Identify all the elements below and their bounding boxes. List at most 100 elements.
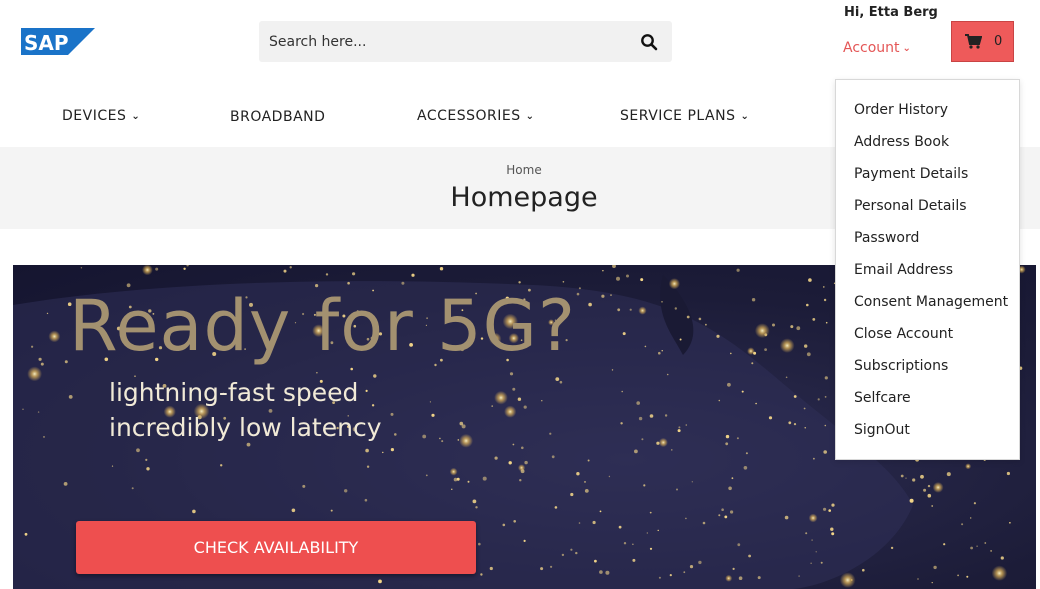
city-light-dot [22, 408, 24, 410]
city-light-dot [798, 575, 800, 577]
city-light-dot [927, 493, 932, 498]
user-greeting: Hi, Etta Berg [844, 5, 938, 20]
city-light-dot [658, 351, 661, 355]
city-light-dot [246, 442, 251, 447]
shopping-cart-icon [965, 34, 982, 49]
city-light-dot [658, 437, 668, 448]
city-light-dot [666, 373, 669, 376]
menu-item-selfcare[interactable]: Selfcare [854, 390, 911, 406]
city-light-dot [668, 278, 681, 290]
menu-item-address-book[interactable]: Address Book [854, 134, 949, 150]
city-light-dot [805, 532, 808, 535]
city-light-dot [612, 265, 616, 268]
city-light-dot [316, 372, 318, 374]
city-light-dot [584, 489, 589, 493]
nav-item-label: ACCESSORIES [417, 108, 521, 124]
menu-item-payment-details[interactable]: Payment Details [854, 166, 968, 182]
city-light-dot [718, 514, 721, 517]
search-icon[interactable] [640, 33, 658, 51]
city-light-dot [698, 560, 702, 565]
city-light-dot [508, 461, 512, 465]
city-light-dot [366, 465, 370, 468]
city-light-dot [702, 521, 706, 525]
city-light-dot [946, 472, 951, 477]
city-light-dot [725, 434, 730, 439]
menu-item-password[interactable]: Password [854, 230, 919, 246]
city-light-dot [718, 399, 721, 402]
city-light-dot [617, 308, 621, 312]
city-light-dot [64, 360, 68, 364]
city-light-dot [784, 515, 789, 520]
city-light-dot [584, 481, 586, 483]
city-light-dot [661, 350, 663, 352]
city-light-dot [136, 448, 140, 453]
city-light-dot [31, 345, 34, 348]
city-light-dot [68, 395, 73, 399]
city-light-dot [451, 488, 453, 490]
city-light-dot [489, 566, 493, 571]
city-light-dot [472, 499, 477, 504]
city-light-dot [599, 570, 603, 574]
city-light-dot [790, 325, 794, 329]
city-light-dot [425, 474, 428, 477]
city-light-dot [291, 508, 296, 513]
city-light-dot [429, 401, 431, 403]
menu-item-personal-details[interactable]: Personal Details [854, 198, 967, 214]
check-availability-button[interactable]: CHECK AVAILABILITY [76, 521, 476, 574]
nav-item-service-plans[interactable]: SERVICE PLANS ⌄ [620, 108, 749, 124]
city-light-dot [352, 272, 356, 276]
cart-button[interactable]: 0 [951, 21, 1014, 62]
city-light-dot [923, 488, 927, 492]
menu-item-close-account[interactable]: Close Account [854, 326, 953, 342]
menu-item-email-address[interactable]: Email Address [854, 262, 953, 278]
city-light-dot [378, 579, 382, 584]
city-light-dot [111, 465, 114, 467]
city-light-dot [808, 513, 818, 523]
city-light-dot [754, 323, 770, 339]
city-light-dot [812, 318, 816, 321]
city-light-dot [512, 443, 515, 446]
city-light-dot [382, 451, 384, 454]
account-menu-toggle[interactable]: Account ⌄ [843, 40, 911, 56]
nav-item-devices[interactable]: DEVICES ⌄ [62, 108, 140, 124]
nav-item-broadband[interactable]: BROADBAND [230, 109, 325, 125]
sap-logo[interactable]: SAP [21, 28, 95, 55]
city-light-dot [456, 477, 460, 481]
city-light-dot [562, 281, 565, 283]
city-light-dot [745, 452, 748, 455]
city-light-dot [142, 265, 153, 276]
menu-item-subscriptions[interactable]: Subscriptions [854, 358, 948, 374]
menu-item-signout[interactable]: SignOut [854, 422, 910, 438]
search-input[interactable] [259, 21, 619, 62]
city-light-dot [632, 543, 634, 545]
city-light-dot [523, 539, 526, 542]
city-light-dot [38, 357, 42, 361]
city-light-dot [698, 317, 702, 321]
city-light-dot [813, 457, 815, 460]
city-light-dot [325, 273, 329, 276]
city-light-dot [705, 323, 707, 326]
city-light-dot [40, 362, 44, 366]
nav-item-accessories[interactable]: ACCESSORIES ⌄ [417, 108, 535, 124]
city-light-dot [494, 390, 508, 405]
nav-item-label: SERVICE PLANS [620, 108, 736, 124]
city-light-dot [620, 422, 623, 425]
city-light-dot [823, 507, 827, 511]
city-light-dot [970, 517, 972, 519]
city-light-dot [646, 532, 648, 534]
city-light-dot [751, 362, 754, 365]
menu-item-order-history[interactable]: Order History [854, 102, 948, 118]
city-light-dot [131, 487, 134, 490]
city-light-dot [909, 498, 914, 503]
city-light-dot [186, 265, 189, 267]
city-light-dot [541, 400, 543, 402]
city-light-dot [461, 424, 466, 429]
city-light-dot [793, 423, 797, 426]
city-light-dot [658, 576, 661, 579]
menu-item-consent-management[interactable]: Consent Management [854, 294, 1008, 310]
city-light-dot [965, 463, 972, 470]
city-light-dot [559, 380, 563, 384]
city-light-dot [737, 543, 741, 547]
city-light-dot [555, 377, 560, 381]
city-light-dot [480, 573, 483, 576]
